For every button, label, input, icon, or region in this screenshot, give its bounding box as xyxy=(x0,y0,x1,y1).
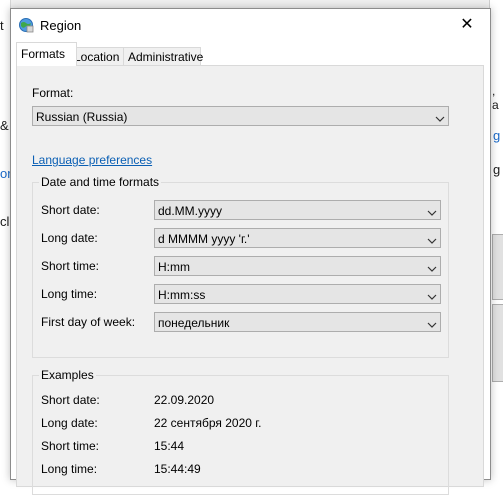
format-dropdown[interactable]: Russian (Russia) xyxy=(32,106,449,126)
chevron-down-icon xyxy=(435,112,445,122)
chevron-down-icon xyxy=(427,234,437,244)
background-button xyxy=(492,234,503,300)
title-bar: Region ✕ xyxy=(11,9,490,41)
close-button[interactable]: ✕ xyxy=(444,9,490,41)
date-time-formats-group: Date and time formats Short date: dd.MM.… xyxy=(32,175,449,358)
tab-location[interactable]: Location xyxy=(69,47,125,66)
example-short-time-value: 15:44 xyxy=(154,439,185,453)
short-time-label: Short time: xyxy=(41,259,100,273)
example-long-date-label: Long date: xyxy=(41,416,98,430)
short-date-dropdown[interactable]: dd.MM.yyyy xyxy=(154,200,441,220)
long-date-label: Long date: xyxy=(41,231,98,245)
format-dropdown-value: Russian (Russia) xyxy=(36,110,128,124)
example-short-time-label: Short time: xyxy=(41,439,100,453)
short-time-dropdown[interactable]: H:mm xyxy=(154,256,441,276)
close-icon[interactable]: ✕ xyxy=(460,16,473,33)
formats-panel: Format: Russian (Russia) Language prefer… xyxy=(16,65,484,495)
long-time-value: H:mm:ss xyxy=(158,288,206,302)
background-text-fragment: & xyxy=(0,118,9,133)
background-button xyxy=(492,304,503,382)
chevron-down-icon xyxy=(427,206,437,216)
first-day-of-week-dropdown[interactable]: понедельник xyxy=(154,312,441,332)
first-day-of-week-label: First day of week: xyxy=(41,315,136,329)
group-title: Date and time formats xyxy=(39,175,162,189)
first-day-of-week-value: понедельник xyxy=(158,316,230,330)
example-long-date-value: 22 сентября 2020 г. xyxy=(154,416,262,430)
example-long-time-value: 15:44:49 xyxy=(154,462,201,476)
chevron-down-icon xyxy=(427,318,437,328)
long-time-label: Long time: xyxy=(41,287,98,301)
examples-group: Examples Short date: 22.09.2020 Long dat… xyxy=(32,368,449,495)
background-text-fragment: t xyxy=(0,18,4,33)
long-time-dropdown[interactable]: H:mm:ss xyxy=(154,284,441,304)
tab-administrative[interactable]: Administrative xyxy=(123,47,203,66)
background-text-fragment: g xyxy=(493,162,501,177)
background-text-fragment: g xyxy=(493,128,501,143)
example-short-date-label: Short date: xyxy=(41,393,100,407)
example-long-time-label: Long time: xyxy=(41,462,98,476)
group-title: Examples xyxy=(39,368,96,382)
long-date-value: d MMMM yyyy 'г.' xyxy=(158,232,250,246)
background-text-fragment: , a xyxy=(492,84,499,112)
format-label: Format: xyxy=(32,86,74,100)
chevron-down-icon xyxy=(427,262,437,272)
dialog-title: Region xyxy=(40,18,82,33)
region-dialog: Region ✕ Formats Location Administrative… xyxy=(10,8,491,495)
background-text-fragment: cl xyxy=(0,214,10,229)
long-date-dropdown[interactable]: d MMMM yyyy 'г.' xyxy=(154,228,441,248)
short-date-value: dd.MM.yyyy xyxy=(158,204,223,218)
globe-icon xyxy=(18,17,34,33)
language-preferences-link[interactable]: Language preferences xyxy=(32,153,152,167)
chevron-down-icon xyxy=(427,290,437,300)
tab-formats[interactable]: Formats xyxy=(16,42,77,66)
short-date-label: Short date: xyxy=(41,203,100,217)
short-time-value: H:mm xyxy=(158,260,190,274)
example-short-date-value: 22.09.2020 xyxy=(154,393,215,407)
